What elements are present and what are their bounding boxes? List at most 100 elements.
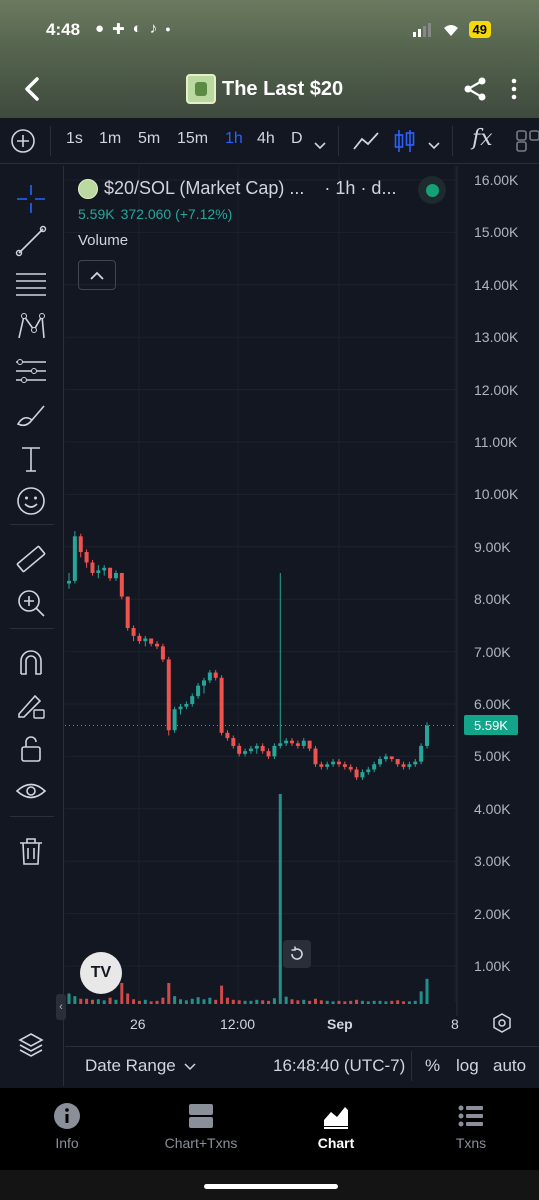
emoji-tool[interactable] (14, 484, 48, 518)
magnet-tool[interactable] (14, 646, 48, 680)
pattern-tool[interactable] (14, 310, 48, 344)
drawing-toolbar (0, 166, 64, 1086)
brush-icon (16, 405, 45, 427)
share-button[interactable] (462, 76, 488, 102)
interval-1m[interactable]: 1m (99, 130, 121, 148)
chevron-left-icon (25, 77, 39, 101)
hide-tool[interactable] (14, 774, 48, 808)
crosshair-tool[interactable] (14, 182, 48, 216)
layout-button[interactable] (516, 130, 539, 157)
chart-area[interactable] (65, 166, 539, 1046)
add-symbol-button[interactable] (10, 128, 36, 159)
shield-icon: ◐ (132, 20, 142, 37)
volume-bar (73, 996, 77, 1004)
line-chart-type-button[interactable] (352, 129, 380, 158)
info-icon (54, 1103, 80, 1129)
volume-bar (67, 993, 71, 1004)
tab-chart-txns[interactable]: Chart+Txns (134, 1088, 268, 1170)
chat-icon: ● (95, 20, 105, 37)
time-axis-label: 12:00 (220, 1016, 256, 1032)
price-axis-label: 7.00K (474, 643, 511, 660)
tab-info[interactable]: Info (0, 1088, 134, 1170)
volume-bar (343, 1001, 347, 1004)
legend-price: 5.59K (78, 206, 115, 222)
candle-body (413, 761, 418, 765)
interval-dropdown[interactable] (314, 137, 326, 155)
live-status-indicator (418, 176, 446, 204)
candle-body (354, 769, 359, 778)
toolbar-divider (338, 126, 339, 156)
interval-15m[interactable]: 15m (177, 130, 208, 148)
volume-bar (355, 999, 359, 1004)
candle-body (72, 536, 77, 581)
date-range-button[interactable]: Date Range (85, 1056, 196, 1076)
volume-bar (155, 1000, 159, 1004)
prediction-tool[interactable] (14, 354, 48, 388)
price-axis-label: 9.00K (474, 538, 511, 555)
candle-body (366, 769, 371, 773)
interval-1s[interactable]: 1s (66, 130, 83, 148)
log-scale-toggle[interactable]: log (456, 1056, 479, 1076)
token-title: The Last $20 (186, 74, 343, 104)
volume-bar (120, 983, 124, 1004)
tab-chart-label: Chart (317, 1135, 355, 1151)
area-chart-icon (324, 1107, 348, 1129)
candle-chart-type-button[interactable] (393, 128, 417, 159)
reset-chart-button[interactable] (283, 940, 311, 968)
zoom-tool[interactable] (14, 586, 48, 620)
chart-type-dropdown[interactable] (428, 137, 440, 155)
interval-d[interactable]: D (291, 130, 303, 148)
volume-bar (108, 997, 112, 1004)
page-title: The Last $20 (222, 77, 344, 100)
delete-tool[interactable] (14, 834, 48, 868)
back-button[interactable] (18, 74, 48, 104)
header: 4:48 ● ✚ ◐ ♪ ● 49 The Last $20 (0, 0, 539, 118)
trend-line-tool[interactable] (14, 224, 48, 258)
percent-scale-toggle[interactable]: % (425, 1056, 440, 1076)
candle-body (383, 756, 388, 760)
candle-body (389, 756, 394, 760)
brush-tool[interactable] (14, 398, 48, 432)
tab-txns[interactable]: Txns (404, 1088, 538, 1170)
candle-body (119, 573, 124, 597)
home-indicator-area (0, 1170, 539, 1200)
volume-bar (249, 1000, 253, 1004)
auto-scale-toggle[interactable]: auto (493, 1056, 526, 1076)
indicators-button[interactable]: fx (472, 126, 493, 151)
eye-icon (15, 783, 47, 799)
plus-circle-icon (11, 129, 35, 153)
volume-bar (331, 1001, 335, 1004)
volume-bar (325, 1000, 329, 1004)
measure-tool[interactable] (14, 542, 48, 576)
chart-settings-button[interactable] (492, 1013, 512, 1033)
volume-bar (90, 999, 94, 1004)
text-tool[interactable] (14, 442, 48, 476)
chart-canvas[interactable] (65, 166, 539, 1016)
lock-all-tool[interactable] (14, 732, 48, 766)
timezone-clock[interactable]: 16:48:40 (UTC-7) (273, 1056, 405, 1076)
trend-line-icon (15, 225, 47, 257)
object-tree-button[interactable] (16, 1030, 46, 1060)
more-options-button[interactable] (506, 76, 522, 102)
candle-body (307, 740, 312, 749)
list-icon (458, 1105, 483, 1127)
legend-values: 5.59K 372.060 (+7.12%) (78, 206, 396, 222)
interval-4h[interactable]: 4h (257, 130, 275, 148)
text-icon (22, 447, 40, 472)
volume-bar (214, 999, 218, 1004)
interval-1h[interactable]: 1h (225, 130, 243, 148)
volume-bar (366, 1001, 370, 1004)
time-axis-label: 8 (451, 1016, 459, 1032)
tab-chart[interactable]: Chart (269, 1088, 403, 1170)
unlock-icon (21, 736, 41, 762)
price-axis-label: 5.00K (474, 748, 511, 765)
tab-txns-label: Txns (455, 1135, 487, 1151)
fib-tool[interactable] (14, 266, 48, 300)
title-bar: The Last $20 (0, 64, 539, 114)
tradingview-logo[interactable]: TV (80, 952, 122, 994)
lock-drawing-tool[interactable] (14, 688, 48, 722)
collapse-legend-button[interactable] (78, 260, 116, 290)
collapse-toolbar-button[interactable]: ‹ (56, 994, 66, 1020)
interval-5m[interactable]: 5m (138, 130, 160, 148)
pattern-icon (18, 313, 45, 339)
